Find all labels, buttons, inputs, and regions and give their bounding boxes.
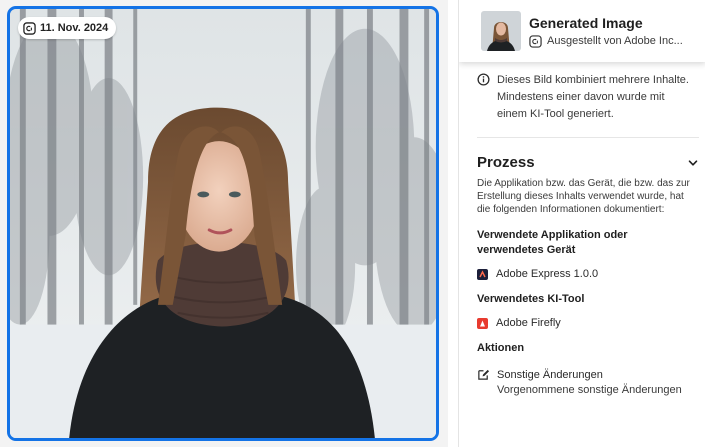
divider	[477, 137, 699, 138]
notice-text: Dieses Bild kombiniert mehrere Inhalte. …	[497, 74, 689, 120]
ai-notice: Dieses Bild kombiniert mehrere Inhalte. …	[477, 72, 703, 123]
content-credentials-icon	[23, 21, 36, 35]
ai-tool-item: Adobe Firefly	[477, 317, 703, 329]
header-title: Generated Image	[529, 14, 643, 31]
app-item: Adobe Express 1.0.0	[477, 268, 703, 280]
action-description: Vorgenommene sonstige Änderungen	[497, 384, 682, 396]
date-label: 11. Nov. 2024	[40, 22, 109, 34]
issuer-line: Ausgestellt von Adobe Inc...	[529, 34, 683, 48]
generated-photo	[10, 9, 436, 438]
actions-heading: Aktionen	[477, 342, 525, 354]
image-thumbnail	[481, 11, 521, 51]
action-label: Sonstige Änderungen	[497, 369, 603, 381]
image-preview-pane: 11. Nov. 2024	[0, 0, 448, 447]
header-card[interactable]: Generated Image Ausgestellt von Adobe In…	[459, 0, 705, 62]
issuer-label: Ausgestellt von Adobe Inc...	[547, 35, 683, 47]
content-credentials-panel: Generated Image Ausgestellt von Adobe In…	[458, 0, 705, 447]
selected-image-frame[interactable]: 11. Nov. 2024	[7, 6, 439, 441]
info-icon	[477, 73, 490, 86]
app-name: Adobe Express 1.0.0	[496, 268, 599, 280]
edit-icon	[478, 369, 490, 380]
process-section-header[interactable]: Prozess	[477, 154, 699, 171]
content-credentials-icon	[529, 34, 542, 48]
process-title: Prozess	[477, 154, 535, 171]
chevron-down-icon[interactable]	[687, 157, 699, 169]
adobe-firefly-icon	[477, 317, 488, 329]
ai-tool-heading: Verwendetes KI-Tool	[477, 293, 585, 305]
action-item: Sonstige Änderungen Vorgenommene sonstig…	[477, 368, 703, 398]
adobe-express-icon	[477, 268, 488, 280]
app-heading: Verwendete Applikation oder verwendetes …	[477, 229, 628, 256]
process-description: Die Applikation bzw. das Gerät, die bzw.…	[477, 178, 690, 215]
ai-tool-name: Adobe Firefly	[496, 317, 561, 329]
date-badge: 11. Nov. 2024	[18, 17, 117, 39]
